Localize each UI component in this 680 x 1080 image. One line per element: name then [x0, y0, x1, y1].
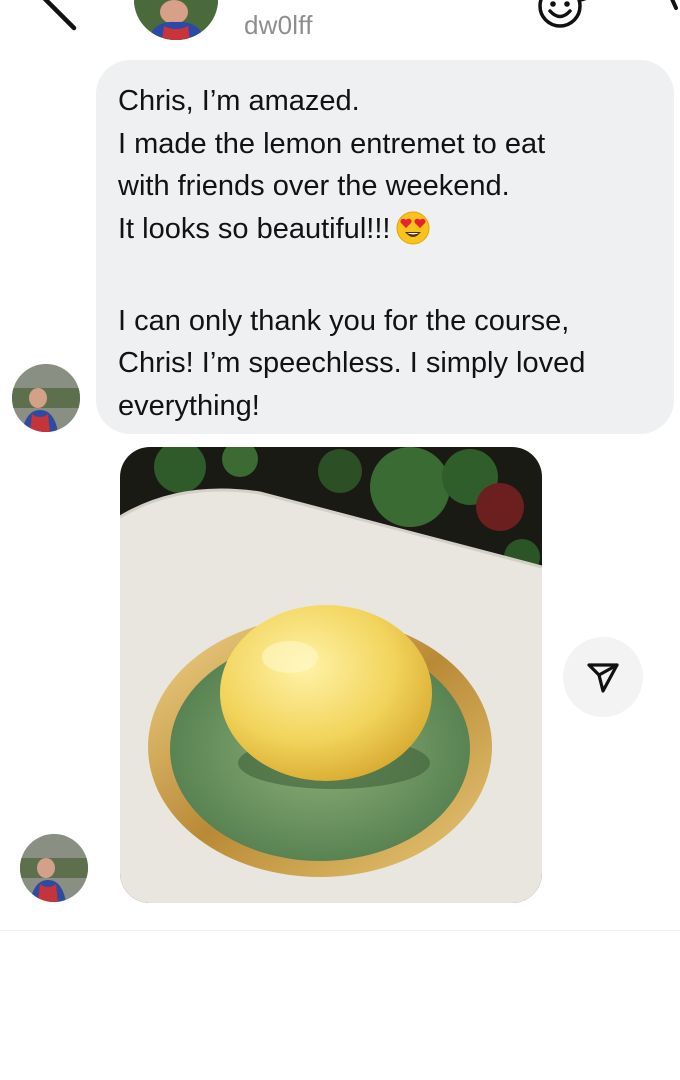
sender-avatar[interactable]: [12, 364, 80, 432]
info-icon[interactable]: [660, 0, 680, 16]
share-icon: [587, 663, 619, 693]
header-avatar[interactable]: [134, 0, 218, 40]
message-text-part2: I can only thank you for the course, Chr…: [118, 304, 586, 422]
heart-eyes-emoji-icon: [396, 211, 430, 258]
sender-avatar[interactable]: [20, 834, 88, 902]
username[interactable]: dw0lff: [244, 10, 313, 41]
message-text: Chris, I’m amazed. I made the lemon entr…: [118, 80, 658, 427]
sticker-icon[interactable]: [536, 0, 606, 38]
lemon-entremet-photo[interactable]: [120, 447, 542, 903]
message-bubble[interactable]: Chris, I’m amazed. I made the lemon entr…: [96, 60, 674, 434]
share-button[interactable]: [563, 637, 643, 717]
message-text-part1: Chris, I’m amazed. I made the lemon entr…: [118, 85, 546, 245]
back-arrow-icon[interactable]: [34, 0, 84, 32]
chat-header: dw0lff: [0, 0, 680, 56]
divider: [0, 930, 680, 931]
